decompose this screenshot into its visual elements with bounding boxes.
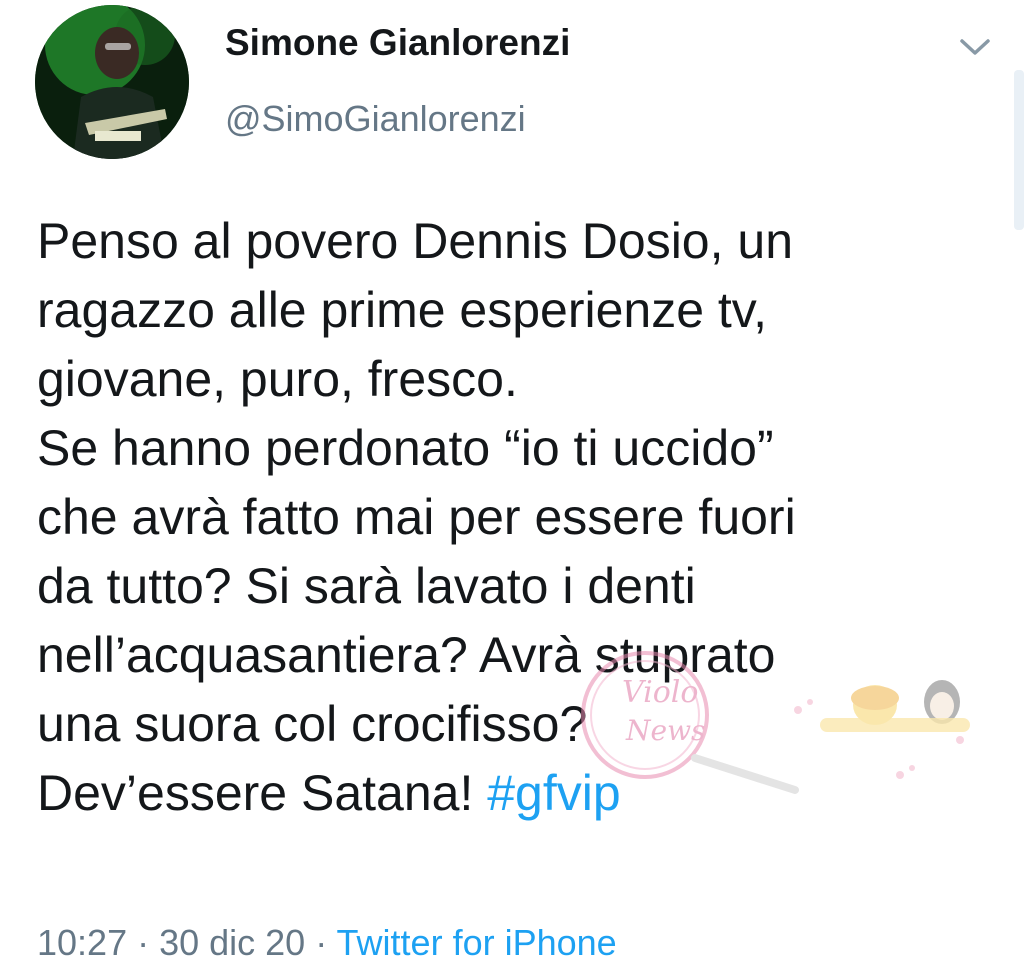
- hashtag-link[interactable]: #gfvip: [487, 765, 620, 821]
- avatar[interactable]: [35, 5, 189, 159]
- tweet-time[interactable]: 10:27: [37, 922, 127, 963]
- chevron-down-icon[interactable]: [958, 36, 992, 58]
- author-name[interactable]: Simone Gianlorenzi: [225, 22, 570, 64]
- tweet-line: Se hanno perdonato “io ti uccido”: [37, 420, 774, 476]
- tweet-meta: 10:27 · 30 dic 20 · Twitter for iPhone: [37, 922, 617, 964]
- tweet-line: Penso al povero Dennis Dosio, un: [37, 213, 794, 269]
- tweet-line: ragazzo alle prime esperienze tv,: [37, 282, 767, 338]
- tweet-line: da tutto? Si sarà lavato i denti: [37, 558, 696, 614]
- tweet-line: che avrà fatto mai per essere fuori: [37, 489, 796, 545]
- author-handle[interactable]: @SimoGianlorenzi: [225, 98, 526, 140]
- tweet-source-link[interactable]: Twitter for iPhone: [337, 922, 617, 963]
- tweet-line: una suora col crocifisso?: [37, 696, 588, 752]
- tweet-date[interactable]: 30 dic 20: [159, 922, 305, 963]
- tweet-body: Penso al povero Dennis Dosio, un ragazzo…: [37, 207, 1007, 828]
- meta-separator: ·: [305, 922, 337, 963]
- tweet-card: Simone Gianlorenzi @SimoGianlorenzi Pens…: [0, 0, 1024, 970]
- tweet-last-line: Dev’essere Satana! #gfvip: [37, 759, 1007, 828]
- avatar-image: [35, 5, 189, 159]
- scrollbar[interactable]: [1014, 70, 1024, 230]
- tweet-line: nell’acquasantiera? Avrà stuprato: [37, 627, 776, 683]
- meta-separator: ·: [127, 922, 160, 963]
- tweet-line: giovane, puro, fresco.: [37, 351, 518, 407]
- tweet-line-text: Dev’essere Satana!: [37, 765, 488, 821]
